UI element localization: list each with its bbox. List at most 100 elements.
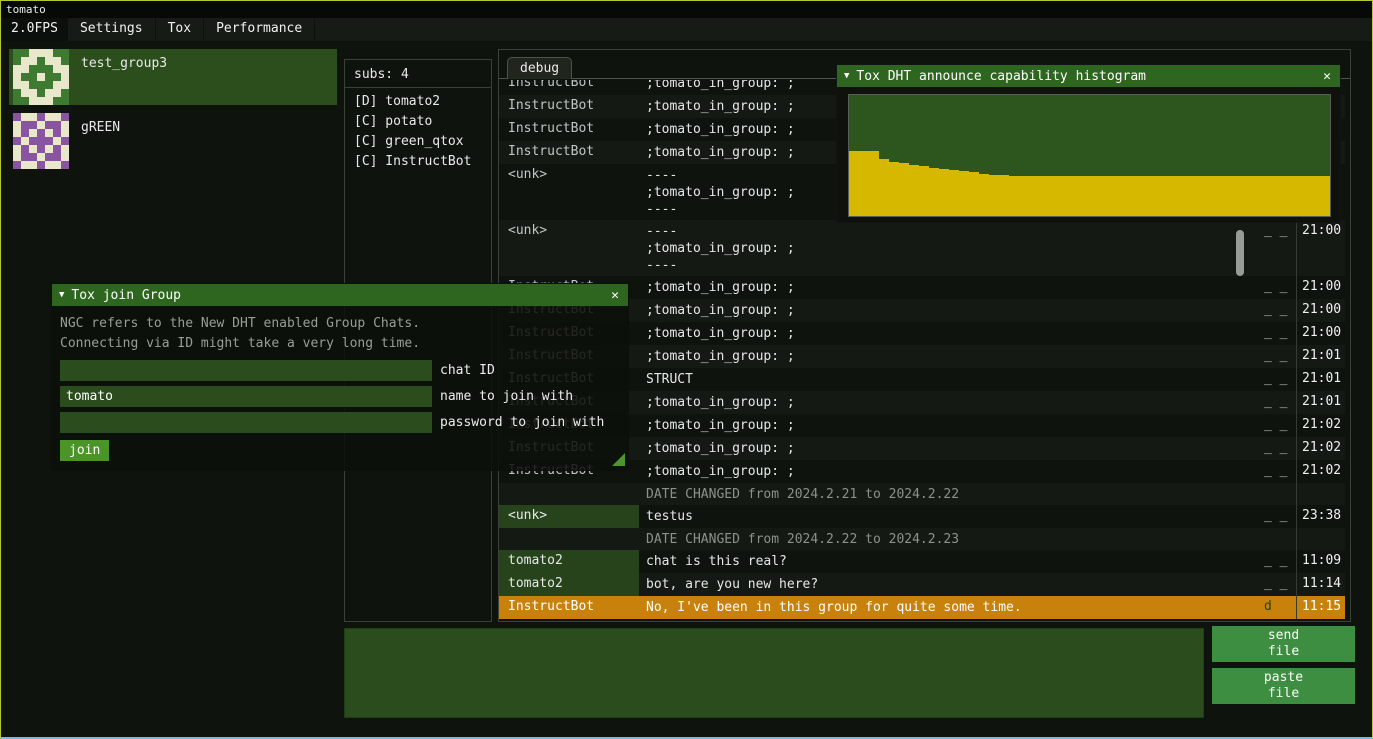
- histogram-bar: [859, 151, 869, 216]
- name-to-join-with-input[interactable]: [60, 386, 432, 407]
- status-cell: _ _: [1257, 368, 1296, 391]
- message-cell: ;tomato_in_group: ;: [639, 276, 1257, 299]
- menu-item-performance[interactable]: Performance: [204, 18, 315, 41]
- sub-item[interactable]: [C] green_qtox: [345, 132, 491, 152]
- window-titlebar[interactable]: tomato: [1, 1, 1372, 18]
- sender-cell: <unk>: [499, 164, 639, 220]
- message-cell: DATE CHANGED from 2024.2.22 to 2024.2.23: [639, 528, 1257, 550]
- time-cell: 23:38: [1296, 505, 1345, 528]
- histogram-bar: [1019, 176, 1029, 216]
- histogram-bar: [949, 170, 959, 216]
- collapse-arrow-icon[interactable]: ▼: [59, 290, 64, 300]
- message-row[interactable]: InstructBotNo, I've been in this group f…: [499, 596, 1345, 619]
- status-cell: _ _: [1257, 460, 1296, 483]
- message-input[interactable]: [344, 628, 1204, 718]
- histogram-bar: [1049, 176, 1059, 216]
- status-cell: _ _: [1257, 414, 1296, 437]
- time-cell: 11:09: [1296, 550, 1345, 573]
- time-cell: [1296, 483, 1345, 505]
- join-window-title: Tox join Group: [71, 288, 602, 303]
- scrollbar-thumb[interactable]: [1236, 230, 1244, 276]
- paste-file-button[interactable]: paste file: [1212, 668, 1355, 704]
- status-cell: _ _: [1257, 550, 1296, 573]
- status-cell: _ _: [1257, 391, 1296, 414]
- message-row[interactable]: <unk>---- ;tomato_in_group: ; ----_ _21:…: [499, 220, 1345, 276]
- field-label: password to join with: [440, 415, 604, 430]
- send-file-button[interactable]: send file: [1212, 626, 1355, 662]
- sender-cell: InstructBot: [499, 80, 639, 95]
- message-cell: ;tomato_in_group: ;: [639, 391, 1257, 414]
- status-cell: _ _: [1257, 322, 1296, 345]
- message-cell: ---- ;tomato_in_group: ; ----: [639, 220, 1257, 276]
- histogram-bar: [1170, 176, 1180, 216]
- histogram-bar: [869, 151, 879, 216]
- message-row[interactable]: tomato2bot, are you new here?_ _11:14: [499, 573, 1345, 596]
- message-row[interactable]: tomato2chat is this real?_ _11:09: [499, 550, 1345, 573]
- histogram-bar: [919, 166, 929, 216]
- join-field-row: name to join with: [60, 386, 620, 407]
- menu-items: SettingsToxPerformance: [68, 18, 315, 41]
- message-row[interactable]: <unk>testus_ _23:38: [499, 505, 1345, 528]
- join-window-titlebar[interactable]: ▼ Tox join Group ✕: [52, 284, 628, 306]
- histogram-bar: [1149, 176, 1159, 216]
- password-to-join-with-input[interactable]: [60, 412, 432, 433]
- histogram-bar: [1099, 176, 1109, 216]
- histogram-bar: [999, 175, 1009, 216]
- time-cell: 21:00: [1296, 276, 1345, 299]
- histogram-bar: [889, 162, 899, 216]
- chat-ID-input[interactable]: [60, 360, 432, 381]
- sub-item[interactable]: [C] InstructBot: [345, 152, 491, 172]
- histogram-bar: [909, 165, 919, 216]
- histogram-bar: [1109, 176, 1119, 216]
- histogram-bar: [879, 159, 889, 216]
- histogram-bar: [1069, 176, 1079, 216]
- histogram-bar: [1129, 176, 1139, 216]
- histogram-bar: [1089, 176, 1099, 216]
- date-separator-row[interactable]: DATE CHANGED from 2024.2.22 to 2024.2.23: [499, 528, 1345, 550]
- histogram-plot: [849, 95, 1330, 216]
- histogram-window-title: Tox DHT announce capability histogram: [856, 69, 1314, 84]
- histogram-bar: [1059, 176, 1069, 216]
- status-cell: _ _: [1257, 299, 1296, 322]
- sub-item[interactable]: [D] tomato2: [345, 92, 491, 112]
- histogram-bar: [1119, 176, 1129, 216]
- dht-histogram-window: ▼ Tox DHT announce capability histogram …: [836, 64, 1341, 223]
- group-item-gREEN[interactable]: gREEN: [9, 113, 337, 169]
- sender-cell: InstructBot: [499, 95, 639, 118]
- status-cell: _ _: [1257, 505, 1296, 528]
- histogram-window-titlebar[interactable]: ▼ Tox DHT announce capability histogram …: [837, 65, 1340, 87]
- sender-cell: InstructBot: [499, 118, 639, 141]
- status-cell: _ _: [1257, 276, 1296, 299]
- group-item-test_group3[interactable]: test_group3: [9, 49, 337, 105]
- collapse-arrow-icon[interactable]: ▼: [844, 71, 849, 81]
- histogram-bar: [1240, 176, 1250, 216]
- sub-item[interactable]: [C] potato: [345, 112, 491, 132]
- date-separator-row[interactable]: DATE CHANGED from 2024.2.21 to 2024.2.22: [499, 483, 1345, 505]
- tab-debug[interactable]: debug: [507, 57, 572, 79]
- sender-cell: <unk>: [499, 220, 639, 276]
- histogram-bar: [1300, 176, 1310, 216]
- menu-item-settings[interactable]: Settings: [68, 18, 156, 41]
- histogram-bar: [1180, 176, 1190, 216]
- message-cell: DATE CHANGED from 2024.2.21 to 2024.2.22: [639, 483, 1257, 505]
- message-cell: STRUCT: [639, 368, 1257, 391]
- histogram-bar: [1029, 176, 1039, 216]
- join-button[interactable]: join: [60, 440, 109, 461]
- close-icon[interactable]: ✕: [1321, 69, 1333, 84]
- join-info-line: Connecting via ID might take a very long…: [60, 334, 620, 354]
- join-info-line: NGC refers to the New DHT enabled Group …: [60, 314, 620, 334]
- group-name: gREEN: [81, 113, 120, 169]
- join-group-window: ▼ Tox join Group ✕ NGC refers to the New…: [51, 283, 629, 471]
- sender-cell: [499, 483, 639, 505]
- histogram-bar: [1009, 176, 1019, 216]
- status-cell: _ _: [1257, 220, 1296, 276]
- menu-item-tox[interactable]: Tox: [156, 18, 204, 41]
- histogram-bar: [1250, 176, 1260, 216]
- message-cell: No, I've been in this group for quite so…: [639, 596, 1257, 619]
- time-cell: [1296, 528, 1345, 550]
- time-cell: 21:01: [1296, 345, 1345, 368]
- resize-grip[interactable]: [612, 453, 625, 466]
- close-icon[interactable]: ✕: [609, 288, 621, 303]
- histogram-bar: [1230, 176, 1240, 216]
- group-avatar: [13, 113, 69, 169]
